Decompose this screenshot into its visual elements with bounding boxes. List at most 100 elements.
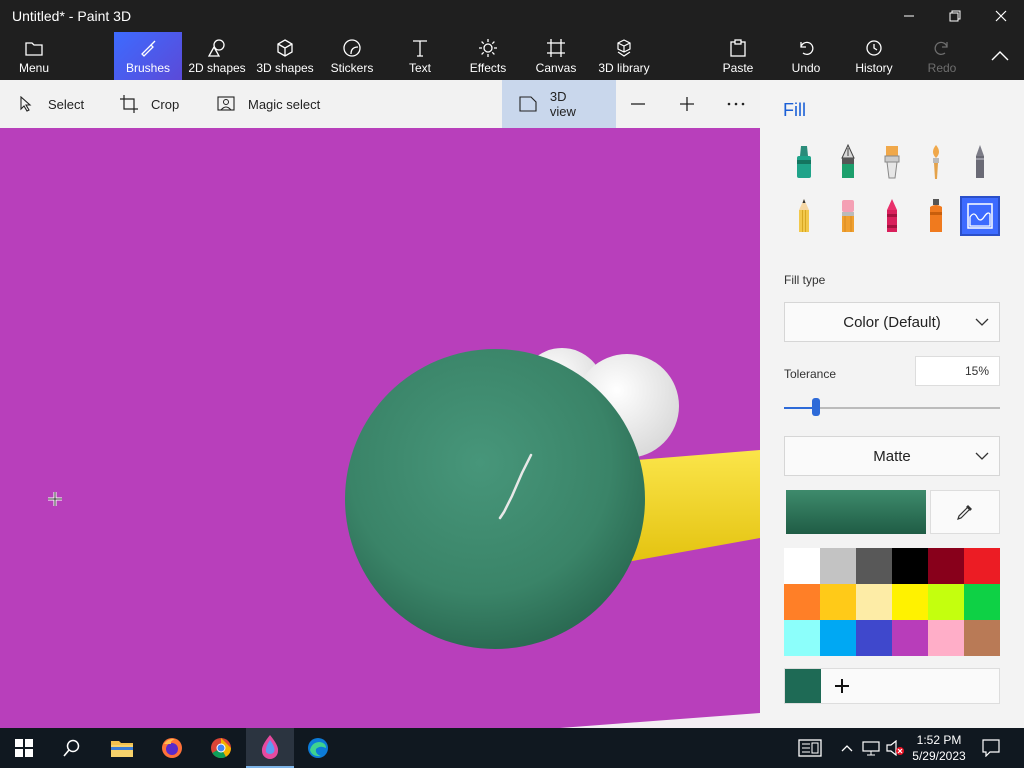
palette-swatch-14[interactable] <box>820 620 856 656</box>
magic-select-tool[interactable]: Magic select <box>216 80 320 128</box>
canvas-tab[interactable]: Canvas <box>534 32 578 80</box>
shapes-3d-tab[interactable]: 3D shapes <box>254 32 316 80</box>
finish-dropdown[interactable]: Matte <box>784 436 1000 476</box>
marker-brush[interactable] <box>784 142 824 182</box>
fill-type-dropdown[interactable]: Color (Default) <box>784 302 1000 342</box>
news-icon <box>798 739 822 757</box>
more-options-button[interactable] <box>727 80 747 128</box>
fill-panel: Fill Fill type Color (Default) Tolerance… <box>760 80 1024 728</box>
restore-button[interactable] <box>932 0 978 32</box>
search-button[interactable] <box>48 728 96 768</box>
file-explorer-taskbar[interactable] <box>98 728 146 768</box>
fill-brush[interactable] <box>960 196 1000 236</box>
paint-3d-taskbar[interactable] <box>246 728 294 768</box>
palette-swatch-7[interactable] <box>784 584 820 620</box>
palette-swatch-6[interactable] <box>964 548 1000 584</box>
brushes-label: Brushes <box>125 61 171 75</box>
ribbon: Menu Brushes 2D shapes 3D shapes Sticker… <box>0 32 1024 80</box>
crayon-brush[interactable] <box>872 196 912 236</box>
history-button[interactable]: History <box>852 32 896 80</box>
spray-can-brush[interactable] <box>916 196 956 236</box>
library-3d-tab[interactable]: 3D library <box>596 32 652 80</box>
stickers-tab[interactable]: Stickers <box>326 32 378 80</box>
title-bar: Untitled* - Paint 3D <box>0 0 1024 32</box>
chrome-taskbar[interactable] <box>197 728 245 768</box>
eyedropper-icon <box>957 505 972 520</box>
undo-button[interactable]: Undo <box>786 32 826 80</box>
custom-color-swatch[interactable] <box>785 669 821 703</box>
tolerance-label: Tolerance <box>784 367 837 381</box>
minimize-icon <box>904 15 914 17</box>
crop-label: Crop <box>151 96 180 112</box>
add-color-button[interactable] <box>829 673 855 699</box>
marker-icon <box>797 146 811 178</box>
crosshair-cursor-icon <box>48 492 62 506</box>
drawing-canvas[interactable] <box>0 128 760 728</box>
redo-label: Redo <box>927 61 957 75</box>
eraser-brush[interactable] <box>828 196 868 236</box>
collapse-ribbon-button[interactable] <box>984 32 1016 80</box>
notifications-button[interactable] <box>968 728 1014 768</box>
palette-swatch-13[interactable] <box>784 620 820 656</box>
redo-button[interactable]: Redo <box>924 32 960 80</box>
select-tool[interactable]: Select <box>16 80 84 128</box>
brushes-tab[interactable]: Brushes <box>114 32 182 80</box>
minimize-button[interactable] <box>886 0 932 32</box>
tolerance-input[interactable]: 15% <box>915 356 1000 386</box>
volume-status[interactable] <box>884 728 906 768</box>
minus-icon <box>631 103 645 105</box>
shapes-2d-tab[interactable]: 2D shapes <box>186 32 248 80</box>
start-button[interactable] <box>0 728 48 768</box>
palette-swatch-1[interactable] <box>784 548 820 584</box>
edge-taskbar[interactable] <box>294 728 342 768</box>
view-3d-toggle[interactable]: 3D view <box>502 80 616 128</box>
paste-label: Paste <box>722 61 754 75</box>
fill-type-value: Color (Default) <box>843 313 941 331</box>
palette-swatch-8[interactable] <box>820 584 856 620</box>
palette-swatch-2[interactable] <box>820 548 856 584</box>
text-tab[interactable]: Text <box>398 32 442 80</box>
palette-swatch-4[interactable] <box>892 548 928 584</box>
palette-swatch-17[interactable] <box>928 620 964 656</box>
menu-button[interactable]: Menu <box>0 32 68 80</box>
clock-time: 1:52 PM <box>916 733 962 747</box>
palette-swatch-12[interactable] <box>964 584 1000 620</box>
zoom-in-button[interactable] <box>679 80 699 128</box>
windows-logo-icon <box>15 739 33 757</box>
palette-swatch-9[interactable] <box>856 584 892 620</box>
palette-swatch-15[interactable] <box>856 620 892 656</box>
paste-button[interactable]: Paste <box>718 32 758 80</box>
firefox-taskbar[interactable] <box>148 728 196 768</box>
zoom-out-button[interactable] <box>630 80 650 128</box>
chevron-up-icon <box>841 745 853 752</box>
close-button[interactable] <box>978 0 1024 32</box>
palette-swatch-11[interactable] <box>928 584 964 620</box>
system-clock[interactable]: 1:52 PM 5/29/2023 <box>906 732 972 764</box>
folder-icon <box>25 38 43 58</box>
network-status[interactable] <box>860 728 882 768</box>
calligraphy-pen-brush[interactable] <box>828 142 868 182</box>
current-color-swatch[interactable] <box>786 490 926 534</box>
crop-tool[interactable]: Crop <box>119 80 179 128</box>
palette-swatch-10[interactable] <box>892 584 928 620</box>
finish-value: Matte <box>873 447 911 465</box>
pencil-brush[interactable] <box>784 196 824 236</box>
palette-swatch-18[interactable] <box>964 620 1000 656</box>
effects-tab[interactable]: Effects <box>466 32 510 80</box>
plus-icon <box>835 679 849 693</box>
scene-3d <box>48 348 760 728</box>
tolerance-slider-thumb[interactable] <box>812 398 821 416</box>
news-widget-button[interactable] <box>786 728 834 768</box>
eyedropper-button[interactable] <box>930 490 1000 534</box>
palette-swatch-5[interactable] <box>928 548 964 584</box>
oil-brush[interactable] <box>872 142 912 182</box>
firefox-icon <box>162 738 182 758</box>
select-label: Select <box>48 96 85 112</box>
palette-swatch-3[interactable] <box>856 548 892 584</box>
magic-select-label: Magic select <box>248 96 321 112</box>
palette-swatch-16[interactable] <box>892 620 928 656</box>
shapes-3d-label: 3D shapes <box>256 61 314 75</box>
show-hidden-icons-button[interactable] <box>836 728 858 768</box>
watercolor-brush[interactable] <box>916 142 956 182</box>
pixel-pen-brush[interactable] <box>960 142 1000 182</box>
